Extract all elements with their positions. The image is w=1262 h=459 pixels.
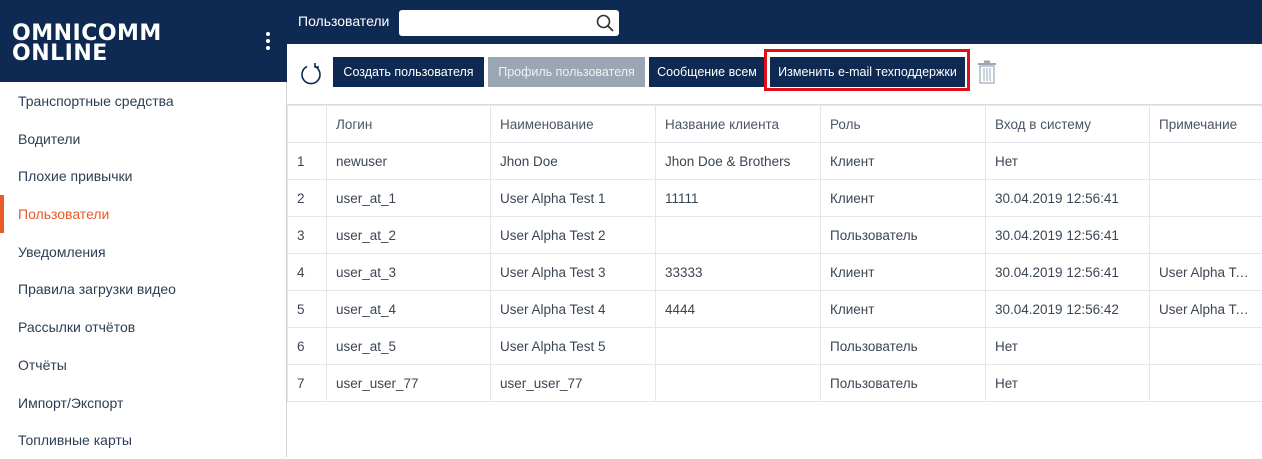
note-cell	[1150, 180, 1262, 217]
sidebar-item-report-mailings[interactable]: Рассылки отчётов	[0, 308, 286, 346]
client-cell: 33333	[656, 254, 821, 291]
sidebar-item-bad-habits[interactable]: Плохие привычки	[0, 157, 286, 195]
client-cell: 4444	[656, 291, 821, 328]
table-row[interactable]: 7user_user_77user_user_77ПользовательНет	[288, 365, 1262, 402]
row-index: 6	[288, 328, 327, 365]
login-cell: newuser	[327, 143, 491, 180]
name-cell: User Alpha Test 4	[491, 291, 656, 328]
user-profile-button[interactable]: Профиль пользователя	[488, 57, 645, 87]
table-row[interactable]: 6user_at_5User Alpha Test 5 ПользовательН…	[288, 328, 1262, 365]
name-cell: User Alpha Test 5	[491, 328, 656, 365]
sidebar: OMNICOMM ONLINE Транспортные средства Во…	[0, 0, 287, 457]
sidebar-item-drivers[interactable]: Водители	[0, 120, 286, 158]
name-cell: User Alpha Test 1	[491, 180, 656, 217]
client-cell: 11111	[656, 180, 821, 217]
sidebar-item-users[interactable]: Пользователи	[0, 195, 286, 233]
sidebar-item-vehicles[interactable]: Транспортные средства	[0, 82, 286, 120]
login-cell: user_user_77	[327, 365, 491, 402]
last-login-cell: Нет	[986, 365, 1150, 402]
name-cell: User Alpha Test 2	[491, 217, 656, 254]
name-cell: User Alpha Test 3	[491, 254, 656, 291]
role-cell: Клиент	[821, 291, 986, 328]
search-box	[399, 10, 619, 36]
refresh-icon[interactable]	[299, 62, 323, 86]
message-all-button[interactable]: Сообщение всем	[649, 57, 765, 87]
note-cell: User Alpha Te...	[1150, 254, 1262, 291]
sidebar-item-fuel-cards[interactable]: Топливные карты	[0, 421, 286, 459]
menu-kebab-icon[interactable]	[264, 32, 272, 54]
role-cell: Пользователь	[821, 328, 986, 365]
last-login-cell: Нет	[986, 143, 1150, 180]
brand-logo[interactable]: OMNICOMM ONLINE	[12, 24, 162, 64]
last-login-cell: 30.04.2019 12:56:42	[986, 291, 1150, 328]
top-bar: Пользователи	[287, 0, 1262, 44]
table-row[interactable]: 4user_at_3User Alpha Test 333333Клиент30…	[288, 254, 1262, 291]
note-cell	[1150, 328, 1262, 365]
brand-header: OMNICOMM ONLINE	[0, 0, 287, 82]
login-cell: user_at_3	[327, 254, 491, 291]
role-cell: Пользователь	[821, 217, 986, 254]
row-index: 1	[288, 143, 327, 180]
last-login-cell: 30.04.2019 12:56:41	[986, 217, 1150, 254]
search-input[interactable]	[403, 13, 587, 35]
login-cell: user_at_2	[327, 217, 491, 254]
note-cell	[1150, 217, 1262, 254]
sidebar-item-notifications[interactable]: Уведомления	[0, 233, 286, 271]
row-index: 2	[288, 180, 327, 217]
sidebar-item-import-export[interactable]: Импорт/Экспорт	[0, 384, 286, 422]
last-login-cell: 30.04.2019 12:56:41	[986, 180, 1150, 217]
table-row[interactable]: 1newuserJhon DoeJhon Doe & BrothersКлиен…	[288, 143, 1262, 180]
toolbar: Создать пользователя Профиль пользовател…	[287, 44, 1262, 105]
highlight-frame	[764, 49, 970, 91]
role-cell: Клиент	[821, 143, 986, 180]
client-cell	[656, 365, 821, 402]
create-user-button[interactable]: Создать пользователя	[333, 57, 484, 87]
role-cell: Пользователь	[821, 365, 986, 402]
row-index: 5	[288, 291, 327, 328]
brand-line-2: ONLINE	[12, 41, 108, 66]
row-index: 7	[288, 365, 327, 402]
last-login-cell: Нет	[986, 328, 1150, 365]
table-row[interactable]: 5user_at_4User Alpha Test 44444Клиент30.…	[288, 291, 1262, 328]
role-cell: Клиент	[821, 254, 986, 291]
note-cell	[1150, 143, 1262, 180]
login-cell: user_at_4	[327, 291, 491, 328]
column-header-login[interactable]: Логин	[327, 106, 491, 143]
last-login-cell: 30.04.2019 12:56:41	[986, 254, 1150, 291]
note-cell: User Alpha Te...	[1150, 291, 1262, 328]
row-index: 3	[288, 217, 327, 254]
role-cell: Клиент	[821, 180, 986, 217]
client-cell: Jhon Doe & Brothers	[656, 143, 821, 180]
column-header-index	[288, 106, 327, 143]
name-cell: Jhon Doe	[491, 143, 656, 180]
name-cell: user_user_77	[491, 365, 656, 402]
login-cell: user_at_1	[327, 180, 491, 217]
login-cell: user_at_5	[327, 328, 491, 365]
row-index: 4	[288, 254, 327, 291]
sidebar-item-video-rules[interactable]: Правила загрузки видео	[0, 270, 286, 308]
column-header-last-login[interactable]: Вход в систему	[986, 106, 1150, 143]
trash-icon[interactable]	[977, 60, 997, 84]
table-row[interactable]: 2user_at_1User Alpha Test 111111Клиент30…	[288, 180, 1262, 217]
column-header-client[interactable]: Название клиента	[656, 106, 821, 143]
page-title: Пользователи	[298, 13, 389, 29]
table-row[interactable]: 3user_at_2User Alpha Test 2 Пользователь3…	[288, 217, 1262, 254]
sidebar-menu: Транспортные средства Водители Плохие пр…	[0, 82, 286, 459]
column-header-role[interactable]: Роль	[821, 106, 986, 143]
column-header-name[interactable]: Наименование	[491, 106, 656, 143]
table-header-row: Логин Наименование Название клиента Роль…	[288, 106, 1262, 143]
client-cell	[656, 328, 821, 365]
column-header-note[interactable]: Примечание	[1150, 106, 1262, 143]
search-icon[interactable]	[595, 13, 615, 33]
note-cell	[1150, 365, 1262, 402]
sidebar-item-reports[interactable]: Отчёты	[0, 346, 286, 384]
users-table: Логин Наименование Название клиента Роль…	[287, 105, 1262, 402]
client-cell	[656, 217, 821, 254]
